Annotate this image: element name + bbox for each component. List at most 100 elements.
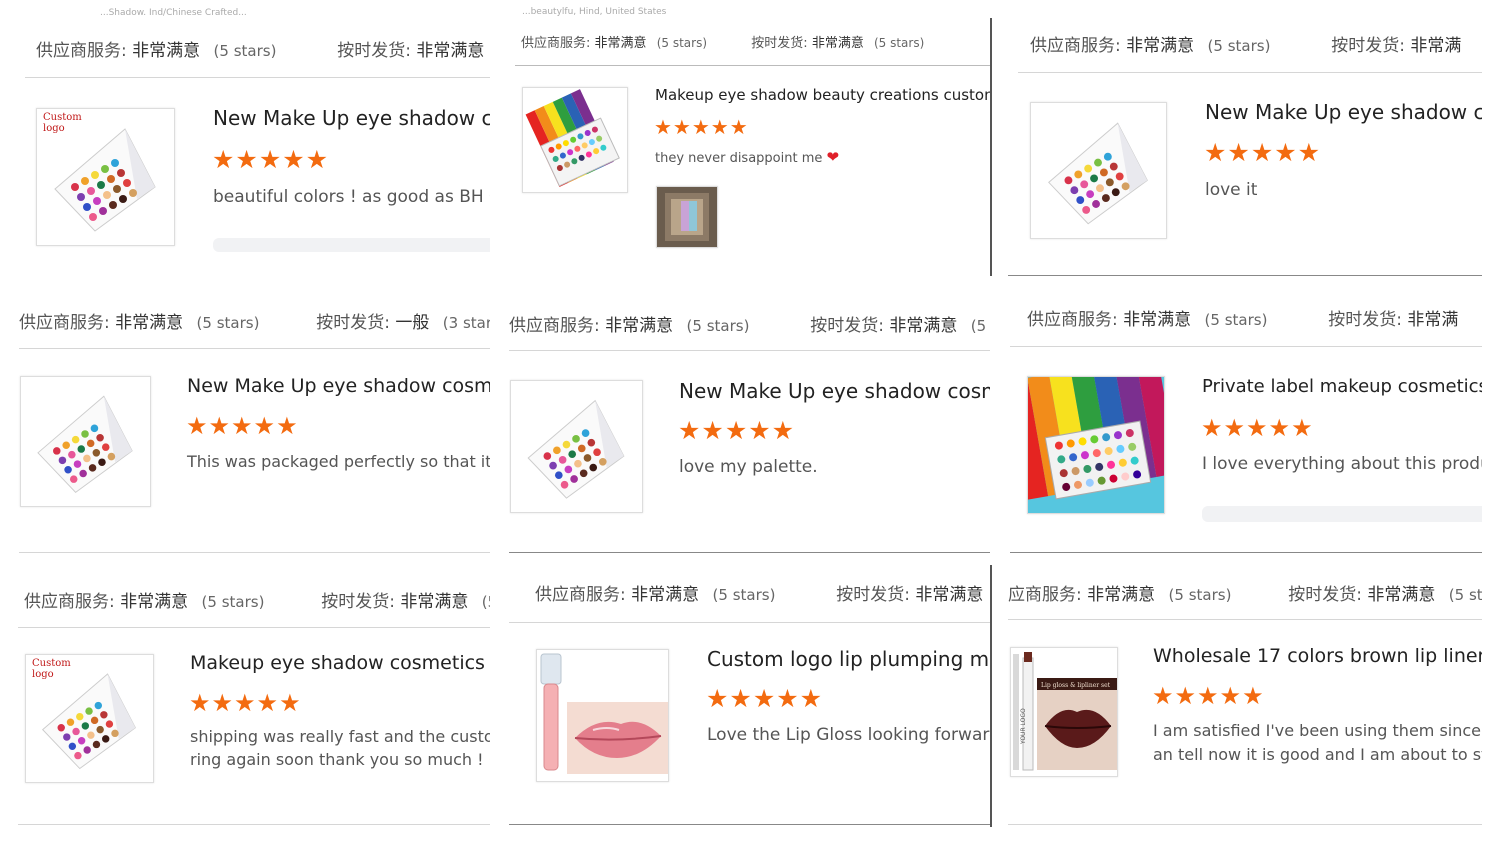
review-tile-2: ...beautylfu, Hind, United States 供应商服务:… <box>512 0 990 275</box>
rating-header: 供应商服务: 非常满意 (5 stars) 按时发货: 一般 (3 stars) <box>19 308 490 333</box>
shipping-stars: (5 sta <box>1448 586 1482 604</box>
product-thumbnail[interactable] <box>1027 376 1165 514</box>
service-label: 供应商服务: <box>521 36 591 51</box>
palette-image <box>1028 377 1164 513</box>
review-text: beautiful colors ! as good as BH C <box>213 187 490 207</box>
shipping-value: 非常满意 <box>915 585 984 605</box>
review-tile-4: 供应商服务: 非常满意 (5 stars) 按时发货: 一般 (3 stars)… <box>0 290 490 555</box>
rating-stars: ★★★★★ <box>212 145 330 174</box>
divider <box>1008 275 1482 276</box>
rating-header: 供应商服务: 非常满意 (5 stars) 按时发货: 非常满意 (5 <box>24 587 490 612</box>
service-label: 供应商服务: <box>535 585 626 605</box>
service-stars: (5 stars) <box>712 586 776 604</box>
service-value: 非常满意 <box>120 592 189 612</box>
divider <box>509 350 990 351</box>
divider <box>1008 824 1482 825</box>
product-thumbnail[interactable] <box>510 380 643 513</box>
rating-stars: ★★★★★ <box>186 412 299 440</box>
location-text: ...beautylfu, Hind, United States <box>522 7 667 17</box>
divider <box>19 348 490 349</box>
review-tile-3: 供应商服务: 非常满意 (5 stars) 按时发货: 非常满 New Make… <box>1008 0 1482 278</box>
divider <box>18 824 490 825</box>
review-tile-1: 供应商服务: 非常满意 (5 stars) 按时发货: 非常满意 Custom … <box>20 0 490 275</box>
service-value: 非常满意 <box>115 313 184 333</box>
product-title[interactable]: New Make Up eye shadow co <box>213 106 490 130</box>
divider <box>509 824 990 825</box>
service-value: 非常满意 <box>631 585 700 605</box>
product-thumbnail[interactable]: Lip gloss & lipliner set YOUR LOGO <box>1010 647 1118 777</box>
shipping-label: 按时发货: <box>321 592 395 612</box>
rating-stars: ★★★★★ <box>1152 682 1265 710</box>
palette-image <box>37 395 133 493</box>
shipping-stars: (5 <box>970 317 987 335</box>
review-tile-5: 供应商服务: 非常满意 (5 stars) 按时发货: 非常满意 (5 New … <box>509 290 990 555</box>
product-thumbnail[interactable] <box>1030 102 1167 239</box>
product-title[interactable]: Wholesale 17 colors brown lip liner a <box>1153 645 1482 667</box>
product-title[interactable]: New Make Up eye shadow co <box>1205 100 1482 124</box>
shipping-label: 按时发货: <box>836 585 910 605</box>
shipping-label: 按时发货: <box>337 41 411 61</box>
shipping-label: 按时发货: <box>1288 585 1362 605</box>
service-stars: (5 stars) <box>1204 311 1268 329</box>
product-title[interactable]: New Make Up eye shadow cosme <box>679 379 990 403</box>
rating-stars: ★★★★★ <box>706 684 824 713</box>
product-title[interactable]: Custom logo lip plumping mois <box>707 647 990 671</box>
review-text: they never disappoint me ❤ <box>655 148 839 166</box>
service-label: 供应商服务: <box>19 313 110 333</box>
service-label: 供应商服务: <box>1027 310 1118 330</box>
service-stars: (5 stars) <box>213 42 277 60</box>
shipping-value: 非常满意 <box>1367 585 1436 605</box>
review-tile-8: 供应商服务: 非常满意 (5 stars) 按时发货: 非常满意 Custom … <box>509 565 990 827</box>
product-title[interactable]: Makeup eye shadow beauty creations custo… <box>655 86 990 104</box>
shipping-value: 非常满 <box>1410 36 1462 56</box>
review-text-body: they never disappoint me <box>655 151 823 166</box>
rating-stars: ★★★★★ <box>189 689 302 717</box>
product-thumbnail[interactable] <box>20 376 151 507</box>
rating-header: 供应商服务: 非常满意 (5 stars) 按时发货: 非常满 <box>1030 31 1461 56</box>
shipping-value: 非常满意 <box>416 41 485 61</box>
product-title[interactable]: New Make Up eye shadow cosme <box>187 375 490 397</box>
product-title[interactable]: Makeup eye shadow cosmetics cu <box>190 652 490 674</box>
review-photo[interactable] <box>656 186 718 248</box>
palette-image <box>523 88 627 192</box>
divider <box>18 627 490 628</box>
photo-image <box>657 187 717 247</box>
rating-stars: ★★★★★ <box>1204 138 1322 167</box>
service-stars: (5 stars) <box>1207 37 1271 55</box>
divider <box>19 552 490 553</box>
shipping-label: 按时发货: <box>751 36 808 51</box>
shipping-value: 一般 <box>395 313 430 333</box>
review-text-line-2: an tell now it is good and I am about to… <box>1153 745 1482 764</box>
product-set-label: Lip gloss & lipliner set <box>1041 682 1111 689</box>
service-label: 供应商服务: <box>24 592 115 612</box>
review-text: love my palette. <box>679 457 818 477</box>
divider <box>515 65 990 66</box>
rating-stars: ★★★★★ <box>654 115 749 139</box>
product-thumbnail[interactable]: Custom logo <box>36 108 175 246</box>
service-value: 非常满意 <box>132 41 201 61</box>
divider <box>1008 619 1482 620</box>
rating-header: 供应商服务: 非常满意 (5 stars) 按时发货: 非常满意 <box>36 36 484 61</box>
product-thumbnail[interactable]: Custom logo <box>25 654 154 783</box>
rating-header: 供应商服务: 非常满意 (5 stars) 按时发货: 非常满意 (5 <box>509 311 986 336</box>
product-thumbnail[interactable] <box>522 87 628 193</box>
service-label: 应商服务: <box>1008 585 1082 605</box>
divider <box>1010 552 1482 553</box>
product-title[interactable]: Private label makeup cosmetics r <box>1202 376 1482 397</box>
divider <box>1018 72 1482 73</box>
shipping-value: 非常满意 <box>889 316 958 336</box>
product-thumbnail[interactable] <box>536 649 669 782</box>
shipping-label: 按时发货: <box>810 316 884 336</box>
smile-emoji-icon: 😅 <box>489 750 490 769</box>
service-label: 供应商服务: <box>1030 36 1121 56</box>
service-stars: (5 stars) <box>656 36 707 50</box>
custom-logo-label: Custom logo <box>32 658 71 680</box>
reply-bar <box>213 238 490 252</box>
rating-header: 应商服务: 非常满意 (5 stars) 按时发货: 非常满意 (5 sta <box>1008 580 1482 605</box>
review-tile-9: 应商服务: 非常满意 (5 stars) 按时发货: 非常满意 (5 sta L… <box>1008 565 1482 827</box>
palette-image <box>1048 122 1148 225</box>
shipping-value: 非常满 <box>1407 310 1459 330</box>
review-text: This was packaged perfectly so that it <box>187 452 490 471</box>
service-stars: (5 stars) <box>201 593 265 611</box>
service-value: 非常满意 <box>605 316 674 336</box>
